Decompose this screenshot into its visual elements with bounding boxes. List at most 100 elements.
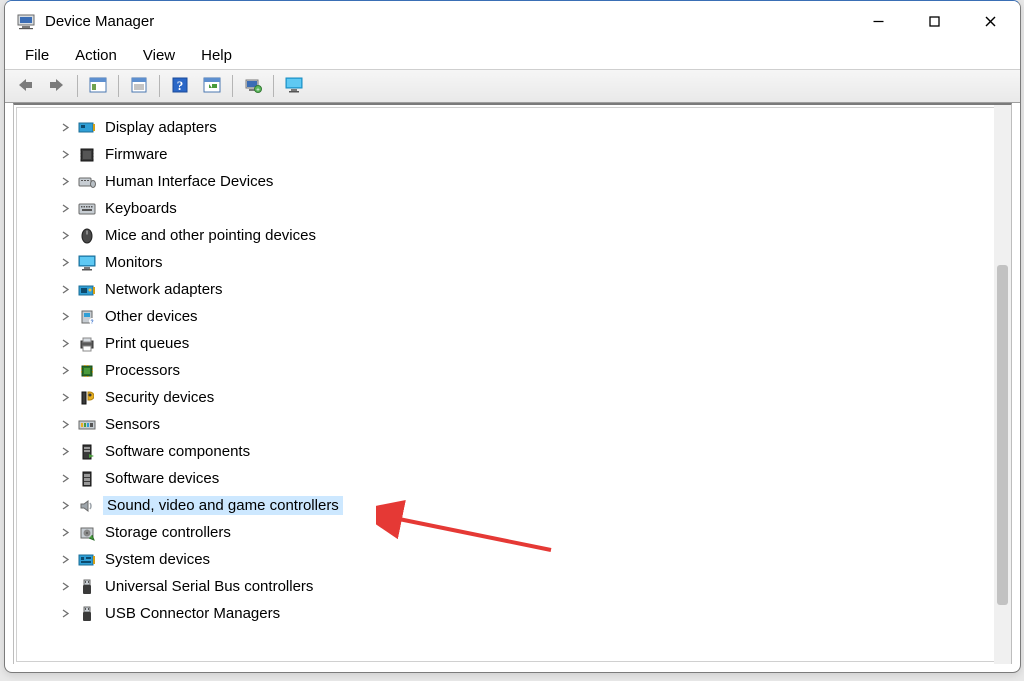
keyboard-icon [77,199,97,219]
cpu-icon [77,361,97,381]
tree-item-label: Sensors [103,415,162,434]
chevron-right-icon[interactable] [59,338,71,350]
chevron-right-icon[interactable] [59,257,71,269]
tree-item[interactable]: Mice and other pointing devices [17,222,1008,249]
chevron-right-icon[interactable] [59,473,71,485]
menu-help[interactable]: Help [191,45,242,66]
usb-icon [77,577,97,597]
chevron-right-icon[interactable] [59,608,71,620]
chevron-right-icon[interactable] [59,365,71,377]
hid-icon [77,172,97,192]
toolbar-back[interactable] [10,73,40,99]
chevron-right-icon[interactable] [59,122,71,134]
svg-text:?: ? [90,319,93,325]
software-device-icon [77,469,97,489]
close-button[interactable] [962,2,1018,40]
tree-item[interactable]: USB Connector Managers [17,600,1008,627]
tree-item[interactable]: Human Interface Devices [17,168,1008,195]
tree-item-label: Software devices [103,469,221,488]
tree-item[interactable]: Sensors [17,411,1008,438]
scrollbar-thumb[interactable] [997,265,1008,605]
sensor-icon [77,415,97,435]
menu-view[interactable]: View [133,45,185,66]
chevron-right-icon[interactable] [59,176,71,188]
mouse-icon [77,226,97,246]
other-device-icon: ? [77,307,97,327]
chevron-right-icon[interactable] [59,581,71,593]
tree-item[interactable]: Print queues [17,330,1008,357]
chevron-right-icon[interactable] [59,554,71,566]
tree-item[interactable]: Security devices [17,384,1008,411]
tree-item-label: Human Interface Devices [103,172,275,191]
monitor-device-icon [77,253,97,273]
tree-item[interactable]: Network adapters [17,276,1008,303]
minimize-button[interactable] [850,2,906,40]
firmware-icon [77,145,97,165]
chevron-right-icon[interactable] [59,527,71,539]
tree-item[interactable]: System devices [17,546,1008,573]
tree-item-label: Network adapters [103,280,225,299]
tree-item[interactable]: Software components [17,438,1008,465]
storage-icon [77,523,97,543]
tree-item[interactable]: Firmware [17,141,1008,168]
toolbar-properties[interactable] [124,73,154,99]
monitor-icon [284,76,304,97]
tree-item-label: Monitors [103,253,165,272]
maximize-button[interactable] [906,2,962,40]
toolbar-monitor[interactable] [279,73,309,99]
tree-item[interactable]: Processors [17,357,1008,384]
tree-item[interactable]: Storage controllers [17,519,1008,546]
tree-item[interactable]: Monitors [17,249,1008,276]
chevron-right-icon[interactable] [59,230,71,242]
tree-item-label: Sound, video and game controllers [103,496,343,515]
tree-item-label: Firmware [103,145,170,164]
tree-item[interactable]: Display adapters [17,114,1008,141]
toolbar-help[interactable]: ? [165,73,195,99]
menu-action[interactable]: Action [65,45,127,66]
menubar: File Action View Help [5,41,1020,69]
tree-item-label: Software components [103,442,252,461]
chevron-right-icon[interactable] [59,203,71,215]
tree-item[interactable]: Keyboards [17,195,1008,222]
tree-item-label: System devices [103,550,212,569]
tree-item-label: USB Connector Managers [103,604,282,623]
toolbar-scan[interactable]: + [238,73,268,99]
tree-item-label: Display adapters [103,118,219,137]
tree-item-label: Keyboards [103,199,179,218]
tree-item-label: Other devices [103,307,200,326]
content-area: Display adapters Firmware Human Interface … [13,103,1012,664]
chevron-right-icon[interactable] [59,149,71,161]
tree-item-label: Storage controllers [103,523,233,542]
chevron-right-icon[interactable] [59,284,71,296]
toolbar-show-all[interactable] [197,73,227,99]
show-all-icon [203,76,221,97]
system-device-icon [77,550,97,570]
chevron-right-icon[interactable] [59,500,71,512]
toolbar: ? + [5,69,1020,103]
device-manager-window: Device Manager File Action View Help ? [4,0,1021,673]
toolbar-forward[interactable] [42,73,72,99]
window-controls [850,2,1018,40]
properties-icon [130,76,148,97]
tree-item-label: Print queues [103,334,191,353]
chevron-right-icon[interactable] [59,392,71,404]
scan-icon: + [244,76,262,97]
tree-item-label: Mice and other pointing devices [103,226,318,245]
usb-connector-icon [77,604,97,624]
help-icon: ? [171,76,189,97]
toolbar-show-hidden[interactable] [83,73,113,99]
chevron-right-icon[interactable] [59,311,71,323]
tree-item[interactable]: Software devices [17,465,1008,492]
tree-item[interactable]: Universal Serial Bus controllers [17,573,1008,600]
app-icon [17,12,35,30]
tree-item[interactable]: ? Other devices [17,303,1008,330]
titlebar[interactable]: Device Manager [5,1,1020,41]
chevron-right-icon[interactable] [59,419,71,431]
menu-file[interactable]: File [15,45,59,66]
tree-container: Display adapters Firmware Human Interface … [16,107,1009,662]
device-tree[interactable]: Display adapters Firmware Human Interface … [17,108,1008,633]
chevron-right-icon[interactable] [59,446,71,458]
vertical-scrollbar[interactable] [994,105,1011,664]
tree-item[interactable]: Sound, video and game controllers [17,492,1008,519]
tree-item-label: Universal Serial Bus controllers [103,577,315,596]
